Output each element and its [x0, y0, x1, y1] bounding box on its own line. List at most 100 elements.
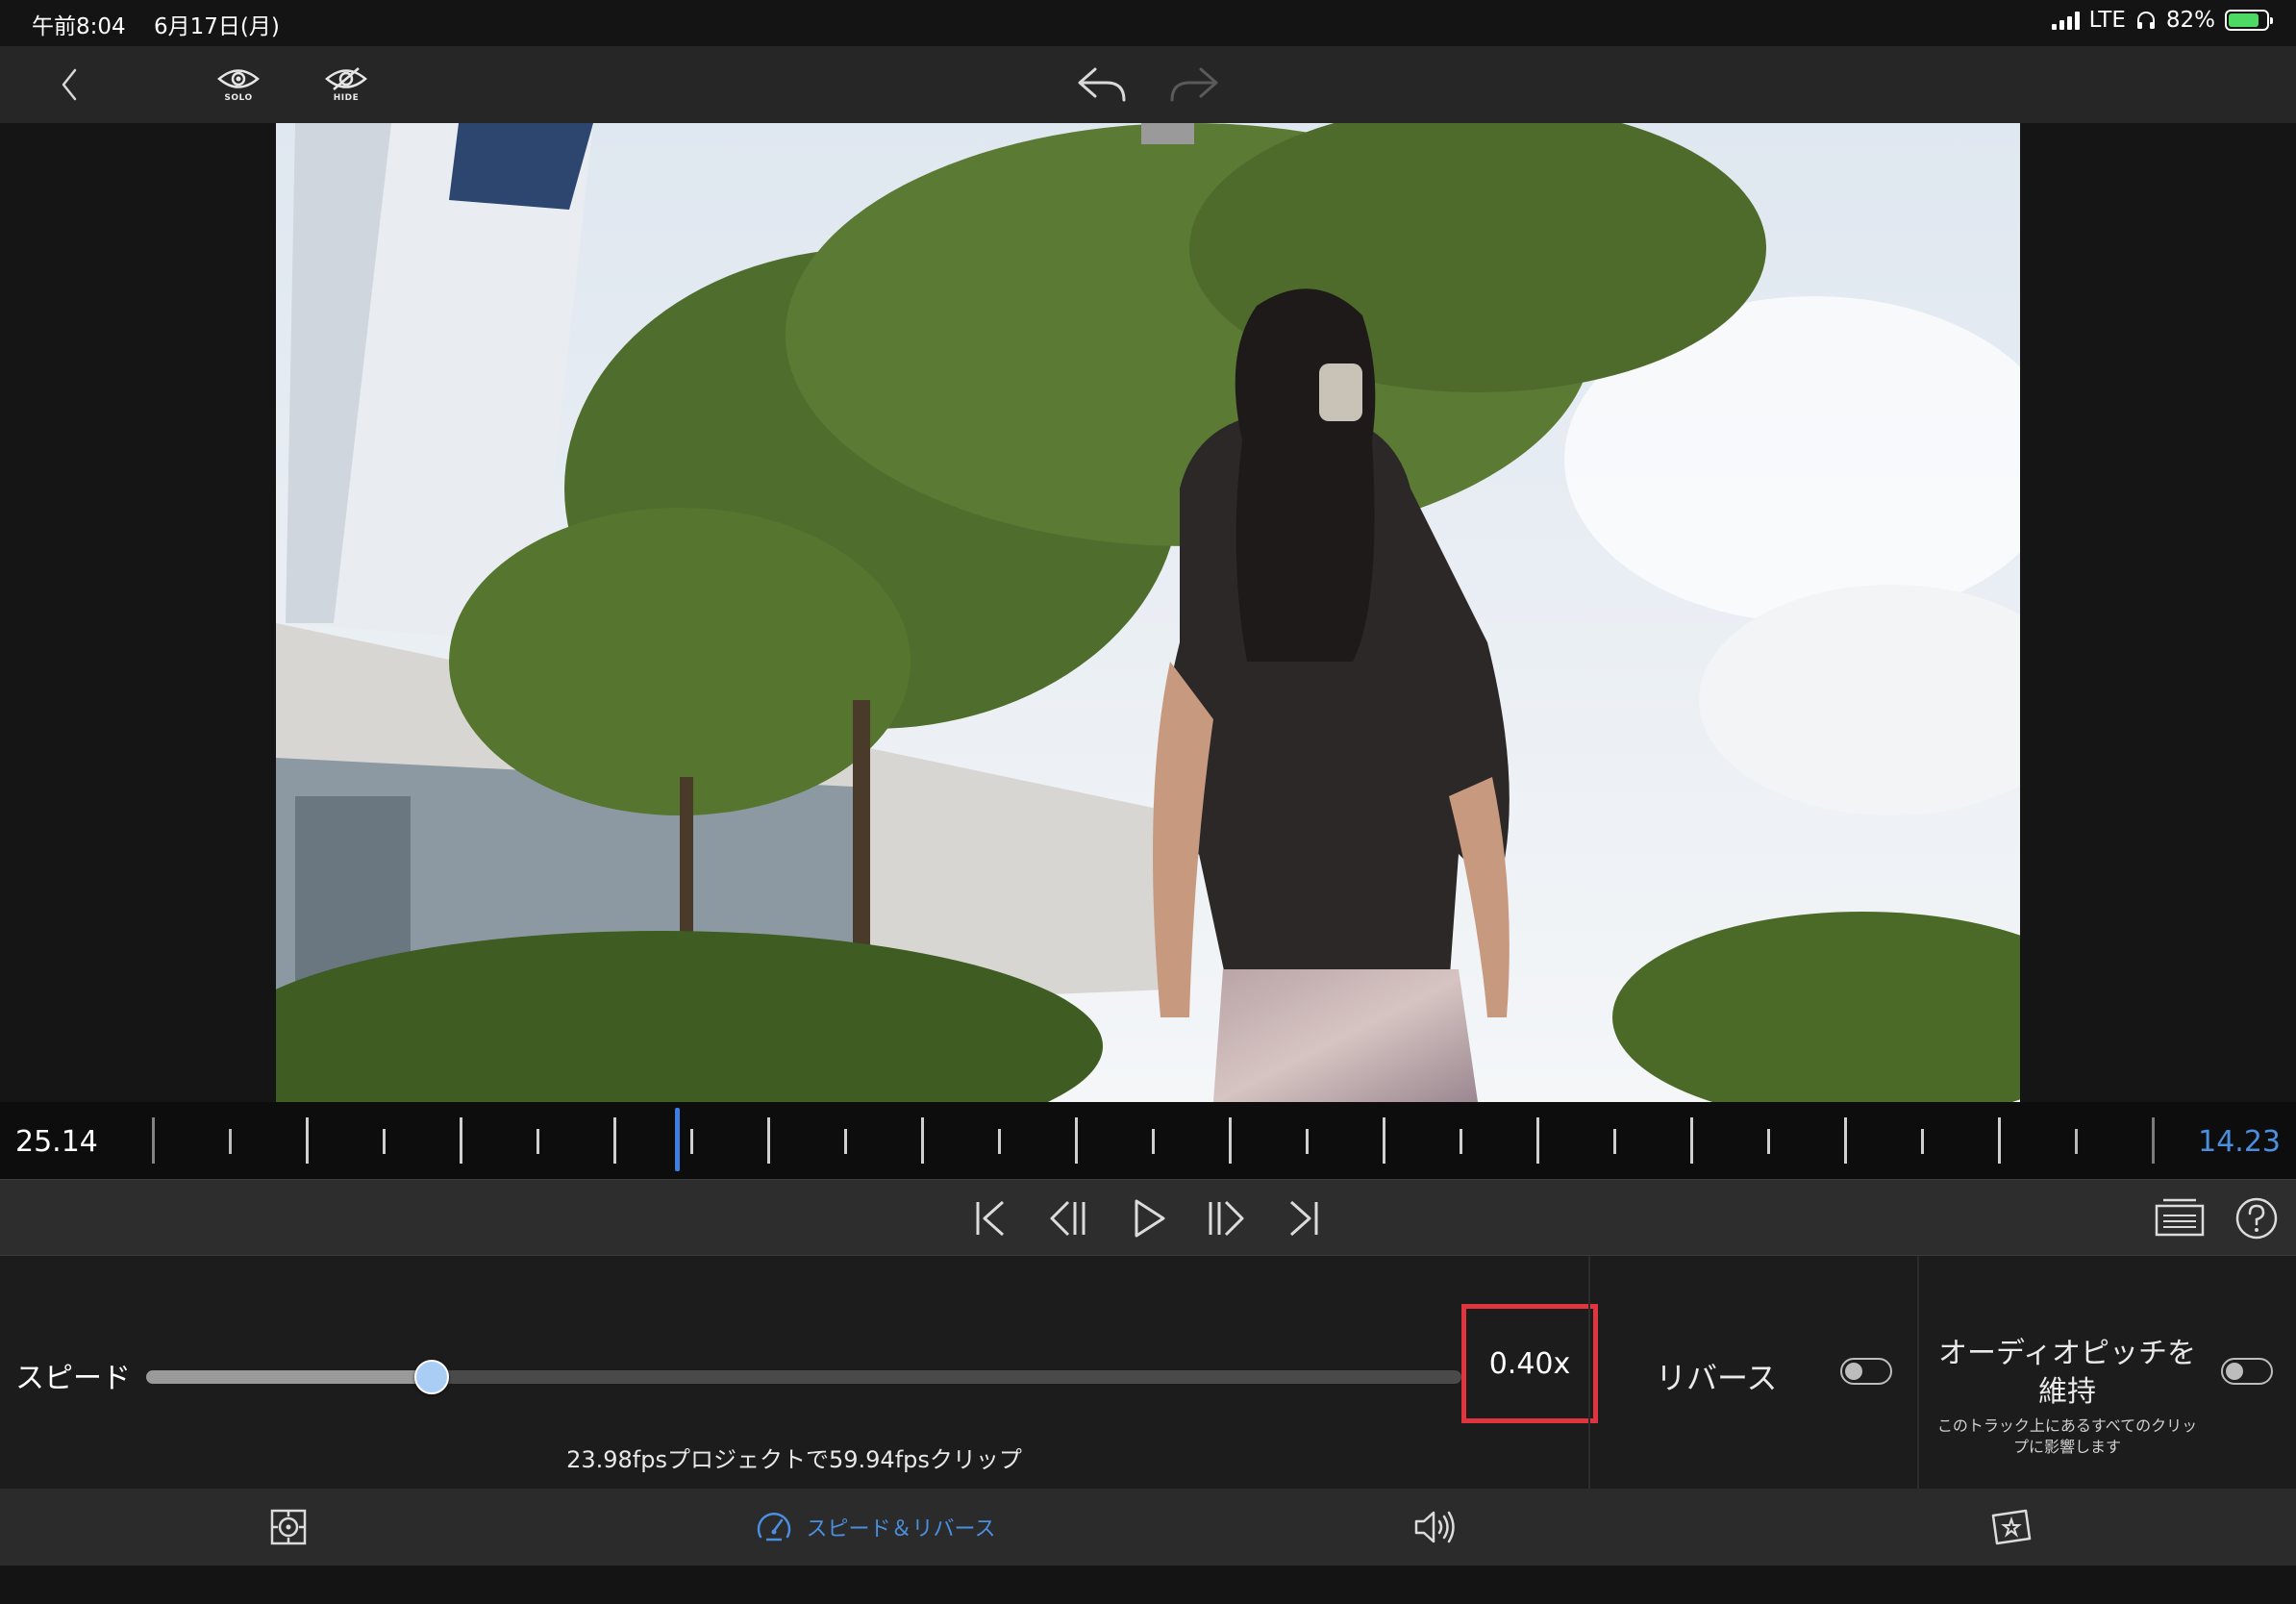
status-right: LTE 82%	[2051, 8, 2273, 33]
maintain-pitch-note: このトラック上にあるすべてのクリッ プに影響します	[1921, 1416, 2213, 1458]
speed-value: 0.40x	[1488, 1346, 1571, 1381]
eye-icon	[217, 69, 260, 88]
inspector-tab-bar: スピード＆リバース	[0, 1489, 2296, 1566]
timeline-tick	[1383, 1117, 1385, 1164]
video-preview-area	[0, 123, 2296, 1102]
timeline-tick	[1844, 1117, 1847, 1164]
timeline-tick	[2152, 1117, 2155, 1164]
status-bar: 午前8:04 6月17日(月) LTE 82%	[0, 0, 2296, 46]
battery-icon	[2225, 10, 2273, 31]
speedometer-icon	[757, 1513, 790, 1541]
maintain-pitch-label: オーディオピッチを 維持	[1921, 1335, 2213, 1412]
transform-icon	[270, 1509, 307, 1545]
play-icon	[1135, 1199, 1165, 1238]
reverse-toggle[interactable]	[1840, 1358, 1892, 1385]
timeline-tick	[383, 1129, 386, 1154]
back-chevron-icon	[62, 68, 77, 101]
timeline-tick	[1998, 1117, 2001, 1164]
clip-info-button[interactable]	[2154, 1194, 2206, 1242]
clip-info-icon	[2155, 1198, 2205, 1237]
battery-fill	[2229, 13, 2259, 27]
skip-to-end-button[interactable]	[1279, 1194, 1327, 1242]
timeline-tick	[1229, 1117, 1232, 1164]
timeline-tick	[1767, 1129, 1770, 1154]
hide-caption: HIDE	[333, 93, 360, 103]
undo-button[interactable]	[1075, 46, 1129, 123]
reverse-label: リバース	[1656, 1360, 1778, 1396]
fps-info: 23.98fpsプロジェクトで59.94fpsクリップ	[566, 1446, 1022, 1473]
step-forward-button[interactable]	[1202, 1194, 1250, 1242]
timeline-tick	[1306, 1129, 1309, 1154]
video-preview-frame[interactable]	[276, 123, 2020, 1102]
timeline-tick	[921, 1117, 924, 1164]
timeline-tick	[844, 1129, 847, 1154]
timeline-current-time: 25.14	[15, 1125, 98, 1159]
back-button[interactable]	[48, 46, 90, 123]
timeline-tick	[2075, 1129, 2078, 1154]
maintain-pitch-note-line2: プに影響します	[2012, 1438, 2121, 1456]
maintain-pitch-toggle-knob	[2226, 1363, 2243, 1380]
solo-button[interactable]: SOLO	[213, 46, 263, 123]
tab-speed-reverse-label: スピード＆リバース	[806, 1517, 996, 1541]
maintain-pitch-label-line2: 維持	[2038, 1375, 2096, 1409]
play-button[interactable]	[1125, 1194, 1173, 1242]
timeline-playhead[interactable]	[675, 1108, 680, 1171]
timeline-tick	[460, 1117, 462, 1164]
speed-slider[interactable]	[146, 1360, 1461, 1394]
redo-button[interactable]	[1167, 46, 1221, 123]
panel-divider	[1917, 1256, 1919, 1489]
eye-slash-icon	[325, 67, 367, 90]
timeline-tick	[1075, 1117, 1078, 1164]
network-type: LTE	[2088, 8, 2126, 33]
speed-label: スピード	[15, 1362, 131, 1395]
speed-value-highlight: 0.40x	[1461, 1304, 1598, 1423]
timeline-tick	[1152, 1129, 1155, 1154]
headphones-icon	[2136, 12, 2155, 29]
timeline-tick	[1613, 1129, 1616, 1154]
home-indicator-area	[0, 1566, 2296, 1604]
tab-effects[interactable]	[1983, 1489, 2040, 1566]
step-back-button[interactable]	[1044, 1194, 1092, 1242]
reverse-toggle-knob	[1845, 1363, 1862, 1380]
timeline-tick	[306, 1117, 309, 1164]
timeline-tick	[1921, 1129, 1924, 1154]
timeline-tick	[613, 1117, 616, 1164]
timeline-tick	[229, 1129, 232, 1154]
maintain-pitch-note-line1: このトラック上にあるすべてのクリッ	[1936, 1416, 2198, 1435]
step-back-icon	[1050, 1200, 1086, 1237]
speaker-icon	[1414, 1511, 1455, 1543]
speed-slider-fill	[146, 1370, 432, 1384]
maintain-pitch-label-line1: オーディオピッチを	[1938, 1337, 2196, 1370]
speed-reverse-panel: スピード 0.40x 23.98fpsプロジェクトで59.94fpsクリップ リ…	[0, 1256, 2296, 1489]
status-date: 6月17日(月)	[153, 14, 280, 39]
battery-percent: 82%	[2165, 8, 2215, 33]
timeline-end-time: 14.23	[2198, 1125, 2281, 1159]
effects-icon	[1991, 1509, 2032, 1545]
timeline-tick	[1536, 1117, 1539, 1164]
signal-strength-icon	[2051, 11, 2080, 30]
tab-transform[interactable]	[260, 1489, 317, 1566]
timeline-tick	[152, 1117, 155, 1164]
timeline-tick	[1460, 1129, 1462, 1154]
step-forward-icon	[1209, 1200, 1244, 1237]
status-time: 午前8:04	[32, 14, 126, 39]
timeline-tick	[767, 1117, 770, 1164]
timeline-scrubber[interactable]: 25.14 14.23	[0, 1102, 2296, 1179]
redo-icon	[1170, 67, 1218, 102]
speed-slider-thumb[interactable]	[413, 1360, 449, 1394]
status-left: 午前8:04 6月17日(月)	[32, 8, 301, 40]
undo-icon	[1078, 67, 1126, 102]
timeline-tick	[537, 1129, 539, 1154]
timeline-tick	[690, 1129, 693, 1154]
hide-button[interactable]: HIDE	[321, 46, 371, 123]
maintain-pitch-toggle[interactable]	[2221, 1358, 2273, 1385]
top-toolbar: SOLO HIDE	[0, 46, 2296, 123]
timeline-tick	[1690, 1117, 1693, 1164]
video-frame-image	[276, 123, 2020, 1102]
tab-audio[interactable]	[1406, 1489, 1463, 1566]
skip-to-start-button[interactable]	[967, 1194, 1015, 1242]
solo-caption: SOLO	[224, 93, 253, 103]
skip-to-end-icon	[1289, 1200, 1318, 1237]
help-button[interactable]	[2233, 1194, 2281, 1242]
tab-speed-reverse[interactable]: スピード＆リバース	[731, 1489, 1019, 1566]
